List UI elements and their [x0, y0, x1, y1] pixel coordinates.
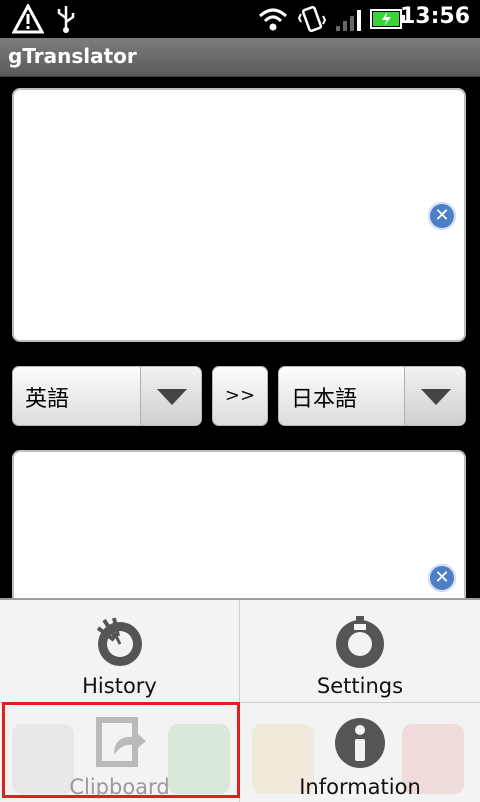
menu-item-history[interactable]: History: [0, 600, 239, 702]
source-language-label: 英語: [25, 387, 70, 412]
warning-icon: [12, 4, 44, 34]
source-text-input[interactable]: ✕: [12, 88, 466, 342]
chevron-down-icon: [140, 367, 201, 425]
chevron-down-icon: [404, 367, 465, 425]
clear-source-icon[interactable]: ✕: [428, 202, 456, 230]
wifi-icon: [258, 8, 288, 31]
status-bar: 13:56: [0, 0, 480, 38]
menu-item-settings-label: Settings: [316, 674, 404, 698]
menu-item-information[interactable]: Information: [240, 703, 480, 802]
target-language-label: 日本語: [291, 387, 358, 412]
vibrate-icon: [298, 5, 326, 33]
menu-item-settings[interactable]: Settings: [240, 600, 480, 702]
usb-icon: [57, 6, 75, 33]
selection-highlight: [2, 702, 240, 798]
menu-item-history-label: History: [82, 674, 157, 698]
history-icon: [96, 617, 142, 666]
translate-direction-button[interactable]: >>: [212, 366, 268, 426]
status-time: 13:56: [399, 4, 470, 29]
clear-target-icon[interactable]: ✕: [428, 564, 456, 592]
app-title: gTranslator: [8, 44, 137, 68]
signal-icon: [336, 10, 361, 31]
settings-icon: [336, 616, 384, 668]
source-language-select[interactable]: 英語: [12, 366, 202, 426]
app-title-bar: gTranslator: [0, 38, 480, 77]
target-language-select[interactable]: 日本語: [278, 366, 466, 426]
menu-item-information-label: Information: [299, 775, 421, 799]
information-icon: [335, 718, 385, 768]
